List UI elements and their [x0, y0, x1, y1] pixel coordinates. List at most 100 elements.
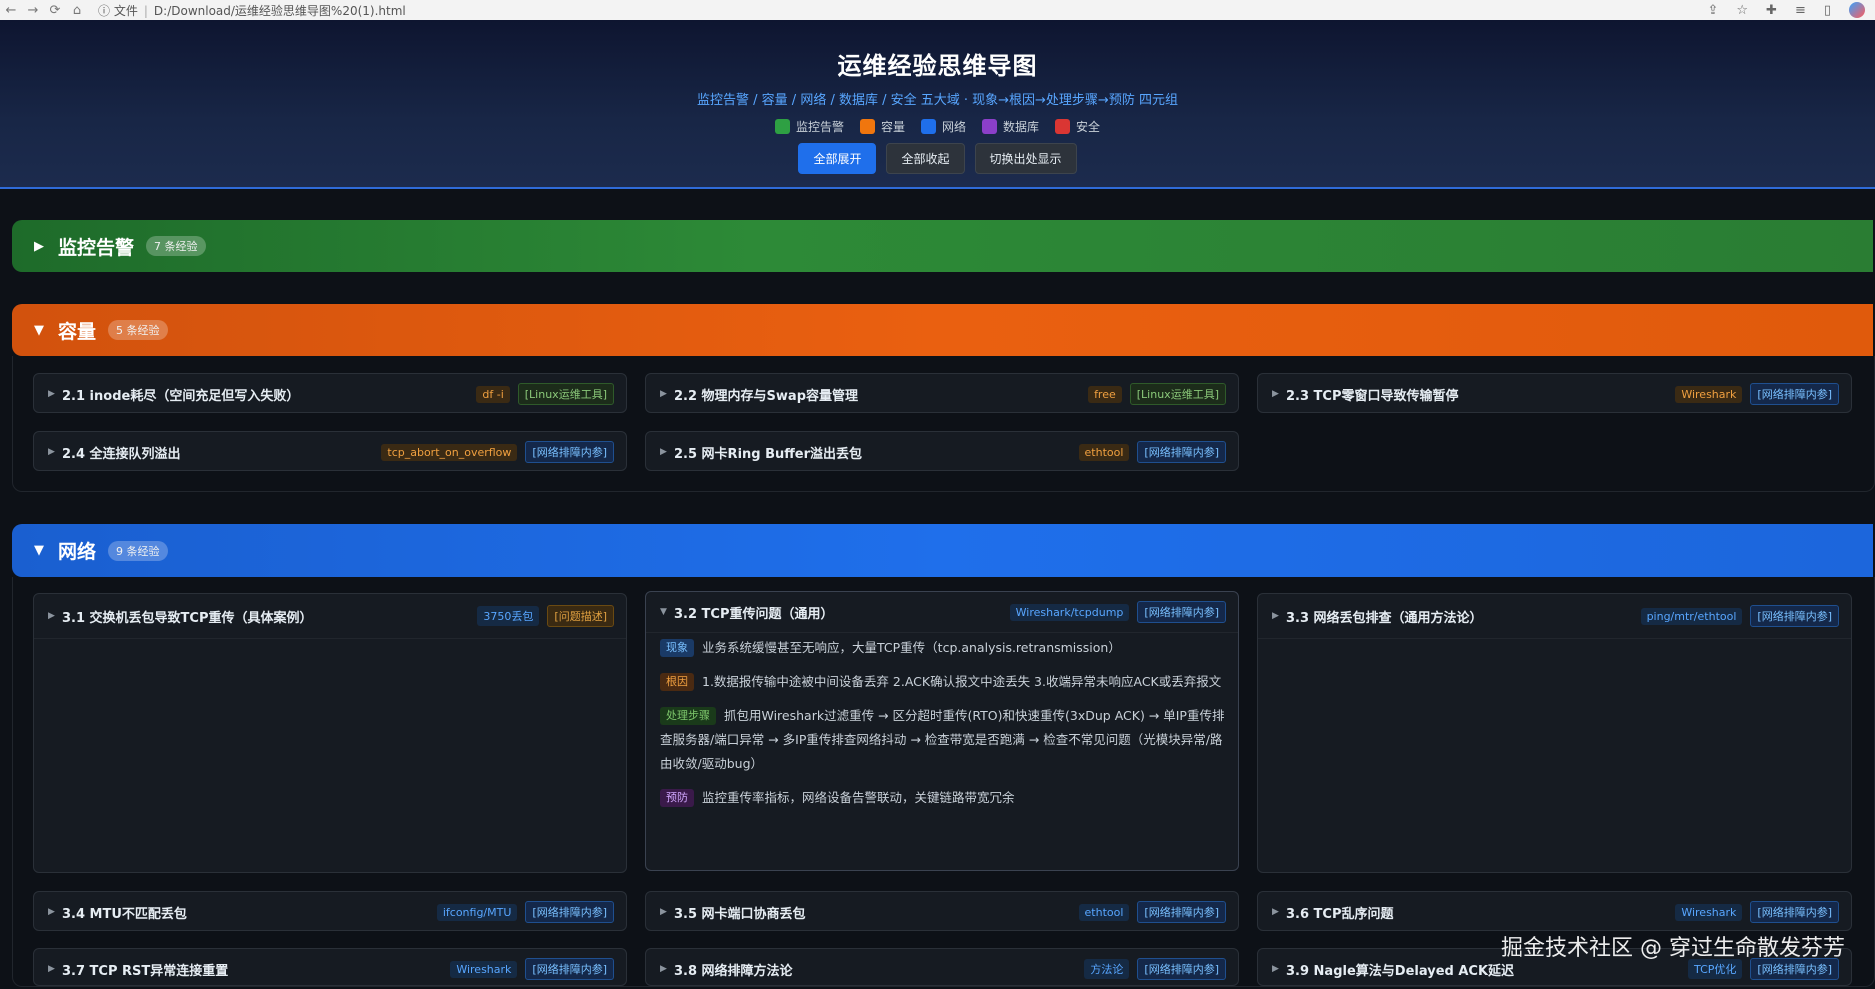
collapse-all-button[interactable]: 全部收起: [886, 143, 965, 174]
expand-all-button[interactable]: 全部展开: [798, 143, 877, 174]
category-count-badge: 9 条经验: [108, 540, 168, 561]
tool-tag: TCP优化: [1688, 959, 1743, 979]
card-3-5[interactable]: ▶ 3.5 网卡端口协商丢包 ethtool [网络排障内参]: [645, 891, 1239, 931]
source-tag: [网络排障内参]: [1137, 901, 1226, 923]
home-icon[interactable]: ⌂: [66, 3, 88, 18]
tool-tag: 方法论: [1084, 959, 1130, 979]
collapse-triangle-icon: ▼: [660, 607, 667, 617]
source-tag: [网络排障内参]: [525, 441, 614, 463]
watermark: 掘金技术社区 @ 穿过生命散发芬芳: [1501, 936, 1845, 961]
category-name: 网络: [58, 541, 97, 563]
card-2-2[interactable]: ▶ 2.2 物理内存与Swap容量管理 free [Linux运维工具]: [645, 373, 1239, 413]
card-3-3[interactable]: ▶ 3.3 网络丢包排查（通用方法论） ping/mtr/ethtool [网络排障内…: [1257, 593, 1852, 873]
collapse-arrow-icon: ▼: [34, 322, 44, 338]
page-subtitle: 监控告警 / 容量 / 网络 / 数据库 / 安全 五大域 · 现象→根因→处理…: [697, 93, 1178, 108]
legend-item-security: 安全: [1055, 118, 1100, 135]
legend-item-network: 网络: [920, 118, 966, 135]
detail-cause: 根因 1.数据报传输中途被中间设备丢弃 2.ACK确认报文中途丢失 3.收端异常未…: [660, 670, 1226, 694]
category-capacity[interactable]: ▼ 容量 5 条经验: [12, 304, 1873, 356]
legend-swatch: [982, 119, 997, 134]
expand-triangle-icon: ▶: [48, 389, 55, 399]
source-tag: [问题描述]: [547, 605, 614, 627]
page-title: 运维经验思维导图: [837, 52, 1038, 80]
expand-triangle-icon: ▶: [660, 964, 667, 974]
card-3-1[interactable]: ▶ 3.1 交换机丢包导致TCP重传（具体案例） 3750丢包 [问题描述]: [33, 593, 627, 873]
card-2-5[interactable]: ▶ 2.5 网卡Ring Buffer溢出丢包 ethtool [网络排障内参]: [645, 431, 1239, 471]
symptom-label: 现象: [660, 639, 694, 657]
card-2-4[interactable]: ▶ 2.4 全连接队列溢出 tcp_abort_on_overflow [网络排障内参…: [33, 431, 627, 471]
tool-tag: Wireshark: [1675, 385, 1743, 403]
card-2-3[interactable]: ▶ 2.3 TCP零窗口导致传输暂停 Wireshark [网络排障内参]: [1257, 373, 1852, 413]
category-count-badge: 7 条经验: [146, 236, 206, 256]
sidebar-icon[interactable]: ▯: [1824, 3, 1831, 18]
card-3-2[interactable]: ▼ 3.2 TCP重传问题（通用） Wireshark/tcpdump [网络排障内参…: [645, 591, 1239, 871]
tool-tag: Wireshark/tcpdump: [1009, 603, 1130, 621]
detail-steps: 处理步骤 抓包用Wireshark过滤重传 → 区分超时重传(RTO)和快速重传(…: [660, 707, 1225, 771]
category-count-badge: 5 条经验: [108, 320, 168, 340]
card-3-7[interactable]: ▶ 3.7 TCP RST异常连接重置 Wireshark [网络排障内参]: [33, 948, 627, 986]
card-detail: 现象 业务系统缓慢甚至无响应，大量TCP重传（tcp.analysis.retra…: [660, 636, 1226, 820]
address-prefix: 文件: [113, 3, 138, 18]
card-3-4[interactable]: ▶ 3.4 MTU不匹配丢包 ifconfig/MTU [网络排障内参]: [33, 891, 627, 931]
category-name: 监控告警: [58, 236, 135, 259]
legend: 监控告警 容量 网络 数据库 安全: [0, 118, 1875, 135]
tool-tag: ethtool: [1078, 903, 1130, 921]
tool-tag: ifconfig/MTU: [436, 903, 518, 921]
collapse-arrow-icon: ▼: [34, 543, 44, 558]
source-tag: [网络排障内参]: [1750, 605, 1839, 627]
expand-triangle-icon: ▶: [48, 611, 55, 621]
tool-tag: Wireshark: [450, 960, 518, 978]
tool-tag: Wireshark: [1675, 903, 1743, 921]
profile-avatar[interactable]: [1849, 2, 1865, 18]
reading-list-icon[interactable]: ≡: [1795, 3, 1806, 18]
source-tag: [网络排障内参]: [1750, 383, 1839, 405]
back-icon[interactable]: ←: [0, 3, 22, 18]
browser-toolbar: ← → ⟳ ⌂ ⓘ 文件 | D:/Download/运维经验思维导图%20(1).…: [0, 0, 1875, 20]
reload-icon[interactable]: ⟳: [44, 3, 66, 18]
expand-triangle-icon: ▶: [1272, 389, 1279, 399]
legend-swatch: [859, 119, 875, 134]
steps-label: 处理步骤: [660, 707, 716, 725]
source-tag: [Linux运维工具]: [1129, 383, 1226, 405]
expand-triangle-icon: ▶: [1272, 907, 1279, 917]
tool-tag: ping/mtr/ethtool: [1640, 607, 1743, 625]
source-tag: [Linux运维工具]: [517, 383, 614, 405]
source-tag: [网络排障内参]: [1137, 958, 1226, 980]
category-monitor[interactable]: ▶ 监控告警 7 条经验: [12, 220, 1873, 272]
expand-triangle-icon: ▶: [48, 964, 55, 974]
source-tag: [网络排障内参]: [1137, 601, 1226, 623]
card-3-6[interactable]: ▶ 3.6 TCP乱序问题 Wireshark [网络排障内参]: [1257, 891, 1852, 931]
source-tag: [网络排障内参]: [1750, 901, 1839, 923]
category-network[interactable]: ▼ 网络 9 条经验: [12, 524, 1873, 577]
legend-item-database: 数据库: [982, 118, 1039, 135]
source-tag: [网络排障内参]: [525, 901, 614, 923]
expand-triangle-icon: ▶: [48, 907, 55, 917]
legend-swatch: [1055, 119, 1071, 134]
forward-icon[interactable]: →: [22, 3, 44, 18]
address-bar[interactable]: ⓘ 文件 | D:/Download/运维经验思维导图%20(1).html: [98, 2, 406, 19]
card-3-8[interactable]: ▶ 3.8 网络排障方法论 方法论 [网络排障内参]: [645, 948, 1239, 986]
prevent-label: 预防: [660, 789, 694, 807]
tool-tag: tcp_abort_on_overflow: [381, 443, 518, 461]
address-text: D:/Download/运维经验思维导图%20(1).html: [153, 3, 406, 18]
info-icon: ⓘ: [98, 3, 111, 18]
expand-triangle-icon: ▶: [660, 447, 667, 457]
category-name: 容量: [58, 320, 97, 343]
extensions-icon[interactable]: ✚: [1766, 3, 1777, 18]
toggle-source-button[interactable]: 切换出处显示: [974, 143, 1077, 174]
cause-label: 根因: [660, 673, 694, 691]
expand-triangle-icon: ▶: [48, 447, 55, 457]
expand-triangle-icon: ▶: [1272, 611, 1279, 621]
card-2-1[interactable]: ▶ 2.1 inode耗尽（空间充足但写入失败） df -i [Linux运维工具]: [33, 373, 627, 413]
tool-tag: free: [1088, 385, 1122, 403]
expand-triangle-icon: ▶: [660, 907, 667, 917]
star-icon[interactable]: ☆: [1736, 3, 1748, 18]
legend-item-capacity: 容量: [859, 118, 905, 135]
tool-tag: ethtool: [1078, 443, 1130, 461]
legend-swatch: [920, 119, 936, 134]
source-tag: [网络排障内参]: [525, 958, 614, 980]
source-tag: [网络排障内参]: [1137, 441, 1226, 463]
detail-prevent: 预防 监控重传率指标，网络设备告警联动，关键链路带宽冗余: [660, 786, 1226, 810]
share-icon[interactable]: ⇪: [1707, 3, 1718, 18]
expand-triangle-icon: ▶: [660, 389, 667, 399]
